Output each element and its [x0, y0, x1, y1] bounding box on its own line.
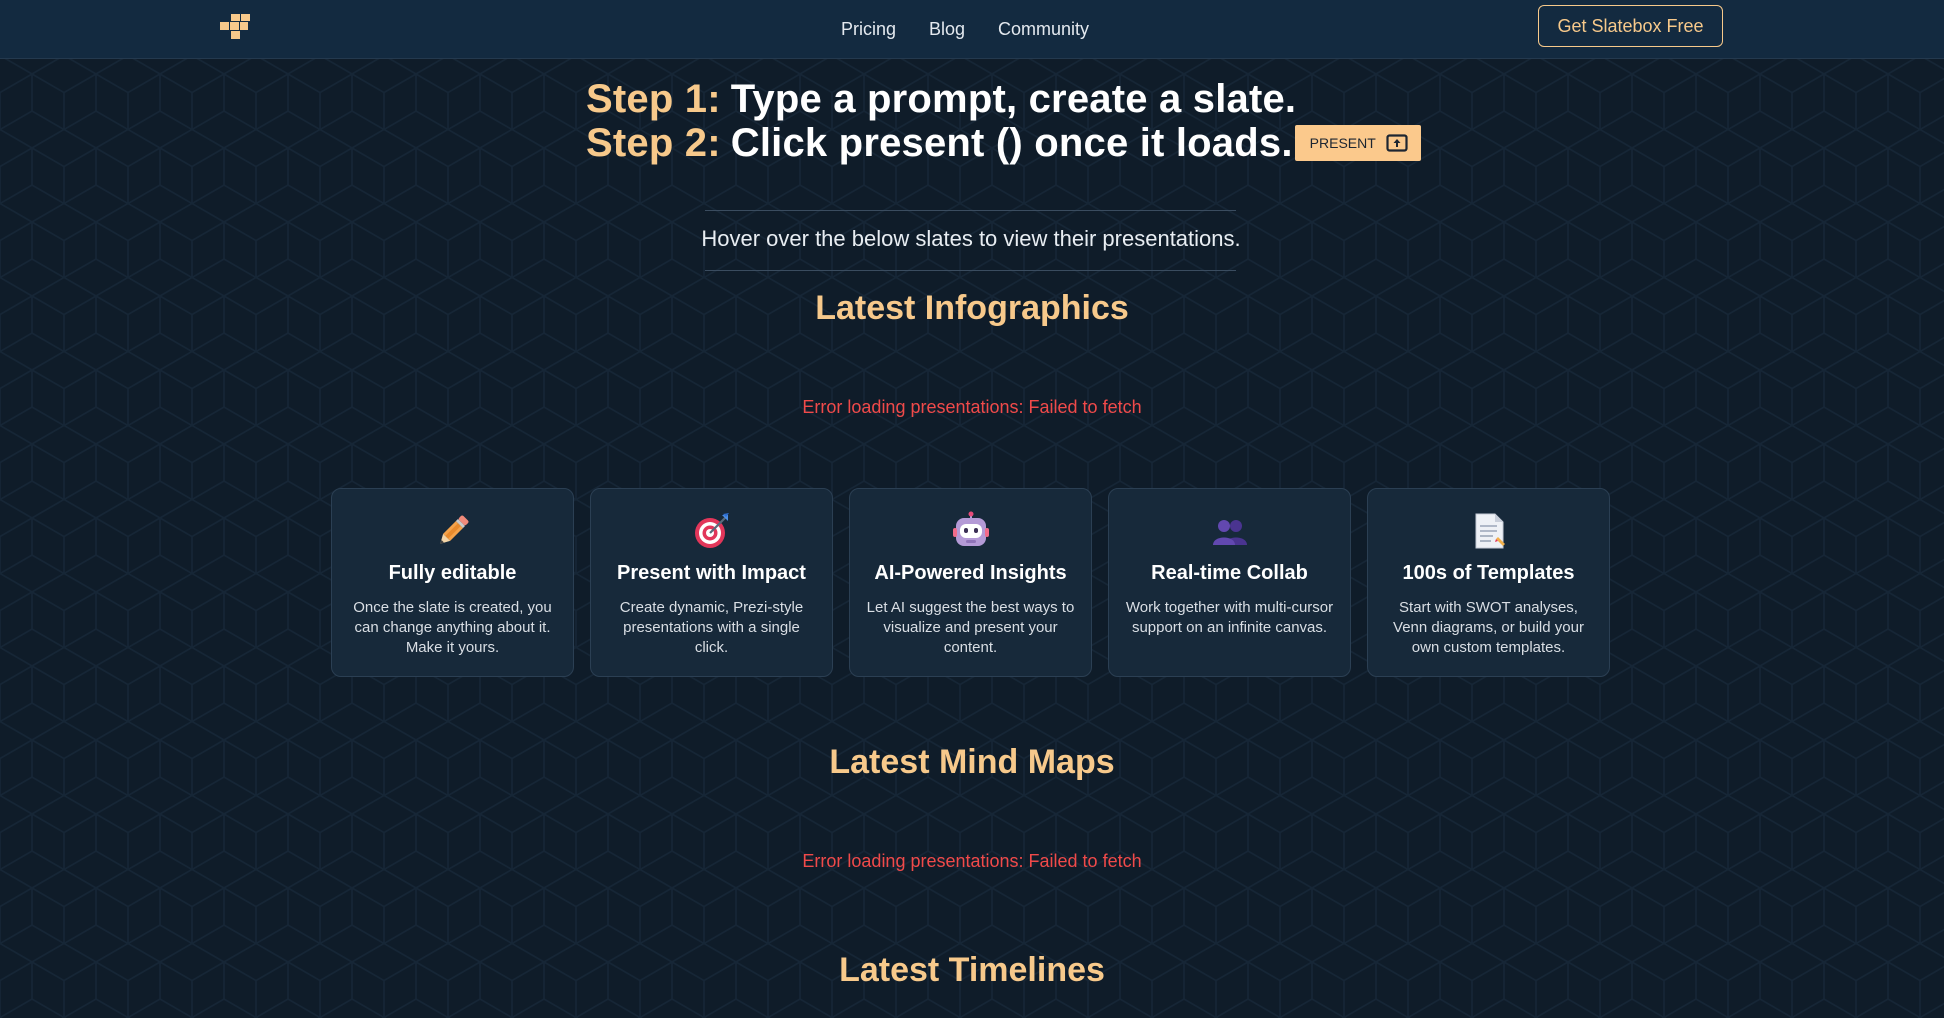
feature-description: Start with SWOT analyses, Venn diagrams,…	[1393, 599, 1584, 656]
nav-link-blog[interactable]: Blog	[929, 19, 965, 40]
slatebox-logo-icon[interactable]	[220, 14, 252, 40]
step-1-line: Step 1: Type a prompt, create a slate.	[586, 77, 1386, 121]
step-2-label: Step 2:	[586, 121, 721, 165]
pencil-icon	[440, 515, 469, 544]
feature-title: 100s of Templates	[1402, 562, 1575, 584]
step-2-text: Click present () once it loads.	[730, 121, 1293, 165]
feature-card-fully-editable: Fully editable Once the slate is created…	[331, 488, 574, 677]
feature-card-ai-powered-insights: AI-Powered Insights Let AI suggest the b…	[849, 488, 1092, 677]
present-button-label: PRESENT	[1309, 135, 1376, 151]
get-slatebox-free-button[interactable]: Get Slatebox Free	[1538, 5, 1723, 47]
present-button[interactable]: PRESENT	[1294, 125, 1421, 161]
people-icon	[1213, 520, 1247, 545]
feature-card-present-with-impact: Present with Impact Create dynamic, Prez…	[590, 488, 833, 677]
page: Pricing Blog Community Get Slatebox Free…	[0, 0, 1944, 1018]
document-icon	[1475, 513, 1505, 549]
feature-title: Fully editable	[388, 562, 517, 584]
feature-title: Present with Impact	[617, 562, 806, 584]
feature-title: Real-time Collab	[1151, 562, 1308, 584]
hover-hint-text: Hover over the below slates to view thei…	[701, 226, 1241, 251]
latest-mind-maps-heading: Latest Mind Maps	[829, 743, 1115, 781]
feature-description: Work together with multi-cursor support …	[1125, 599, 1334, 636]
features-row: Fully editable Once the slate is created…	[331, 488, 1611, 677]
feature-description: Once the slate is created, you can chang…	[353, 599, 552, 656]
hero-steps: Step 1: Type a prompt, create a slate. S…	[586, 77, 1421, 165]
nav-link-pricing[interactable]: Pricing	[841, 19, 896, 40]
latest-timelines-heading: Latest Timelines	[839, 951, 1105, 989]
feature-description: Let AI suggest the best ways to visualiz…	[866, 599, 1075, 656]
feature-card-100s-of-templates: 100s of Templates Start with SWOT analys…	[1367, 488, 1610, 677]
feature-description: Create dynamic, Prezi-style presentation…	[619, 599, 804, 656]
divider-top	[705, 210, 1236, 211]
step-2-line: Step 2: Click present () once it loads. …	[586, 121, 1421, 165]
step-1-label: Step 1:	[586, 77, 721, 121]
main-content: Step 1: Type a prompt, create a slate. S…	[0, 0, 1944, 1018]
target-icon	[695, 513, 729, 548]
top-navbar: Pricing Blog Community Get Slatebox Free	[0, 0, 1944, 59]
latest-infographics-heading: Latest Infographics	[815, 289, 1129, 327]
robot-icon	[953, 511, 989, 546]
present-icon	[1386, 134, 1408, 152]
nav-link-community[interactable]: Community	[998, 19, 1089, 40]
feature-card-real-time-collab: Real-time Collab Work together with mult…	[1108, 488, 1351, 677]
feature-title: AI-Powered Insights	[874, 562, 1067, 584]
mind-maps-error-message: Error loading presentations: Failed to f…	[802, 851, 1142, 871]
infographics-error-message: Error loading presentations: Failed to f…	[802, 397, 1142, 417]
divider-bottom	[705, 270, 1236, 271]
step-1-text: Type a prompt, create a slate.	[730, 77, 1297, 121]
